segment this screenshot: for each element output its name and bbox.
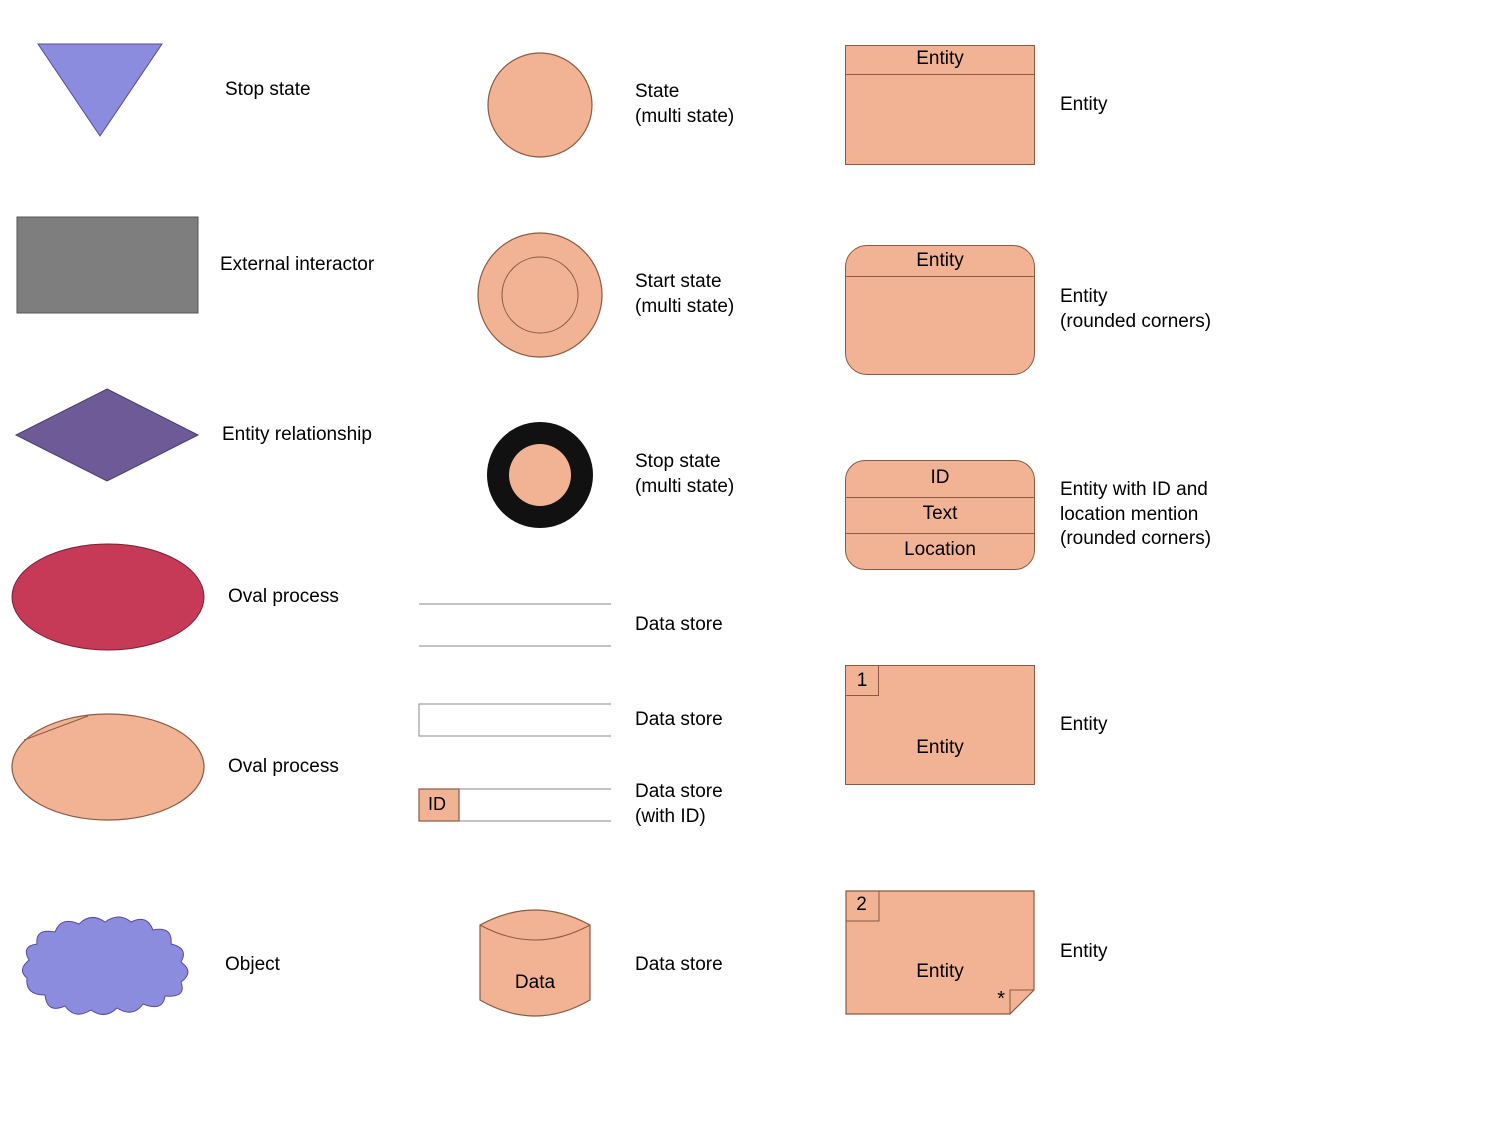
- item-object: Object: [15, 910, 280, 1020]
- item-entity-rounded: Entity Entity (rounded corners): [845, 245, 1211, 375]
- item-entity-plain: Entity Entity: [845, 45, 1108, 165]
- stop-state-label: Stop state: [225, 78, 311, 103]
- cylinder-text: Data: [470, 972, 600, 994]
- entity-num2-icon: 2 Entity *: [845, 890, 1035, 1015]
- item-entity-relationship: Entity relationship: [12, 385, 372, 485]
- oval-process-crimson-icon: [8, 540, 208, 655]
- data-store-id-badge: ID: [428, 794, 446, 815]
- oval-process-peach-icon: [8, 710, 208, 825]
- item-entity-numbered-1: 1 Entity Entity: [845, 665, 1108, 785]
- data-store-id-label: Data store (with ID): [635, 780, 723, 829]
- start-state-multi-label: Start state (multi state): [635, 270, 734, 319]
- item-start-state-multi: Start state (multi state): [475, 230, 734, 360]
- entity-num1-icon: 1 Entity: [845, 665, 1035, 785]
- entity-rect-icon: Entity: [845, 45, 1035, 165]
- data-store-lines-label: Data store: [635, 613, 723, 638]
- data-store-open-icon: [415, 700, 615, 740]
- item-data-store-cylinder: Data Data store: [470, 900, 723, 1030]
- oval-process-peach-label: Oval process: [228, 755, 339, 780]
- item-entity-id-loc: ID Text Location Entity with ID and loca…: [845, 460, 1211, 570]
- entity-num1-badge: 1: [846, 666, 879, 696]
- entity-id-loc-icon: ID Text Location: [845, 460, 1035, 570]
- start-state-icon: [475, 230, 605, 360]
- entity-num1-label: Entity: [1060, 713, 1108, 738]
- state-multi-label: State (multi state): [635, 80, 734, 129]
- entity-rounded-icon: Entity: [845, 245, 1035, 375]
- stop-state-multi-label: Stop state (multi state): [635, 450, 734, 499]
- entity-num2-body: Entity: [845, 961, 1035, 983]
- item-data-store-lines: Data store: [415, 600, 723, 650]
- item-oval-process-crimson: Oval process: [8, 540, 339, 655]
- entity-relationship-label: Entity relationship: [222, 423, 372, 448]
- object-cloud-icon: [15, 910, 195, 1020]
- state-circle-icon: [485, 50, 595, 160]
- entity-num1-body: Entity: [846, 737, 1034, 759]
- entity-id-loc-label: Entity with ID and location mention (rou…: [1060, 478, 1211, 552]
- entity-num2-label: Entity: [1060, 940, 1108, 965]
- item-stop-state-multi: Stop state (multi state): [485, 420, 734, 530]
- data-store-cylinder-label: Data store: [635, 953, 723, 978]
- entity-relationship-icon: [12, 385, 202, 485]
- stop-state-icon: [30, 40, 170, 140]
- data-store-open-label: Data store: [635, 708, 723, 733]
- entity-text-row: Text: [846, 503, 1034, 525]
- stop-state-ring-icon: [485, 420, 595, 530]
- oval-process-crimson-label: Oval process: [228, 585, 339, 610]
- entity-num2-star: *: [997, 988, 1005, 1011]
- entity-rect-header: Entity: [846, 48, 1034, 70]
- data-store-id-icon: ID: [415, 785, 615, 825]
- data-store-lines-icon: [415, 600, 615, 650]
- item-stop-state: Stop state: [30, 40, 311, 140]
- item-data-store-id: ID Data store (with ID): [415, 780, 723, 829]
- diagram-legend: Stop state External interactor Entity re…: [0, 0, 1500, 1128]
- external-interactor-label: External interactor: [220, 253, 374, 278]
- item-data-store-open: Data store: [415, 700, 723, 740]
- entity-num2-badge: 2: [845, 894, 878, 916]
- entity-rounded-header: Entity: [846, 250, 1034, 272]
- object-label: Object: [225, 953, 280, 978]
- entity-rect-label: Entity: [1060, 93, 1108, 118]
- entity-id-row: ID: [846, 467, 1034, 489]
- data-store-cylinder-icon: Data: [470, 900, 600, 1030]
- item-external-interactor: External interactor: [15, 215, 374, 315]
- external-interactor-icon: [15, 215, 200, 315]
- entity-rounded-label: Entity (rounded corners): [1060, 285, 1211, 334]
- item-entity-numbered-2: 2 Entity * Entity: [845, 890, 1108, 1015]
- entity-location-row: Location: [846, 539, 1034, 561]
- item-state-multi: State (multi state): [485, 50, 734, 160]
- item-oval-process-peach: Oval process: [8, 710, 339, 825]
